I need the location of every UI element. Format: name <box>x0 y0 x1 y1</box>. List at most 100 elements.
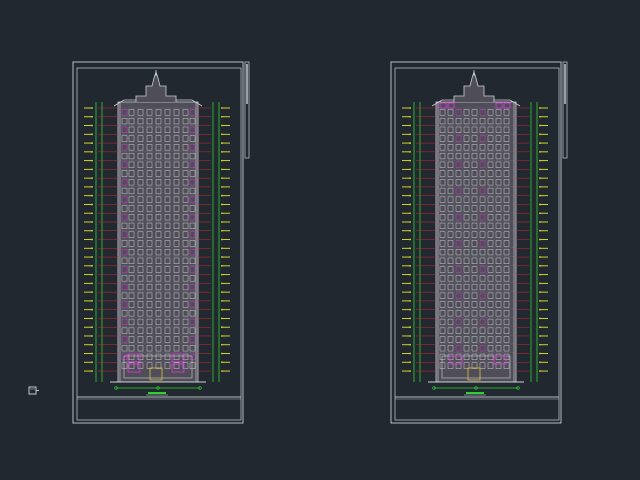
level-mark-dot <box>409 352 411 355</box>
level-mark-dot <box>539 133 541 136</box>
level-mark-dot <box>409 133 411 136</box>
level-mark-dot <box>539 352 541 355</box>
level-mark-dot <box>409 299 411 302</box>
level-mark-dot <box>409 177 411 180</box>
level-mark-dot <box>409 282 411 285</box>
level-mark-dot <box>409 256 411 258</box>
level-mark-dot <box>91 107 93 109</box>
level-mark-dot <box>91 142 93 144</box>
level-mark-dot <box>409 343 411 346</box>
level-mark-dot <box>539 142 541 144</box>
cad-model-space[interactable] <box>0 0 640 480</box>
level-mark-dot <box>221 370 223 372</box>
level-mark-dot <box>91 299 93 302</box>
level-mark-dot <box>409 370 411 372</box>
level-mark-dot <box>539 203 541 206</box>
level-mark-dot <box>91 335 93 337</box>
level-mark-dot <box>221 159 223 162</box>
level-mark-dot <box>409 264 411 267</box>
level-mark-dot <box>409 361 411 364</box>
level-mark-dot <box>539 326 541 329</box>
level-mark-dot <box>539 308 541 311</box>
level-mark-dot <box>409 107 411 109</box>
level-mark-dot <box>221 335 223 337</box>
level-mark-dot <box>221 343 223 346</box>
level-mark-dot <box>91 308 93 311</box>
level-mark-dot <box>539 370 541 372</box>
level-mark-dot <box>539 335 541 337</box>
level-mark-dot <box>91 317 93 320</box>
level-mark-dot <box>221 203 223 206</box>
level-mark-dot <box>539 177 541 180</box>
level-mark-dot <box>221 142 223 144</box>
sheet-side-strip-fill <box>564 64 566 104</box>
level-mark-dot <box>539 264 541 267</box>
level-mark-dot <box>221 168 223 171</box>
level-mark-dot <box>91 177 93 180</box>
level-mark-dot <box>91 194 93 197</box>
level-mark-dot <box>91 221 93 223</box>
level-mark-dot <box>91 238 93 241</box>
level-mark-dot <box>409 247 411 250</box>
level-mark-dot <box>539 299 541 302</box>
level-mark-dot <box>539 361 541 364</box>
level-mark-dot <box>539 317 541 320</box>
level-mark-dot <box>221 115 223 118</box>
level-mark-dot <box>221 317 223 320</box>
level-mark-dot <box>221 273 223 276</box>
level-mark-dot <box>409 335 411 337</box>
level-mark-dot <box>221 124 223 127</box>
level-mark-dot <box>539 212 541 215</box>
level-mark-dot <box>91 282 93 285</box>
level-mark-dot <box>221 212 223 215</box>
level-mark-dot <box>539 124 541 127</box>
level-mark-dot <box>91 159 93 162</box>
level-mark-dot <box>91 186 93 188</box>
level-mark-dot <box>91 124 93 127</box>
level-mark-dot <box>91 352 93 355</box>
level-mark-dot <box>221 186 223 188</box>
level-mark-dot <box>409 115 411 118</box>
level-mark-dot <box>409 273 411 276</box>
level-mark-dot <box>409 203 411 206</box>
level-mark-dot <box>221 299 223 302</box>
level-mark-dot <box>409 186 411 188</box>
level-mark-dot <box>91 343 93 346</box>
level-mark-dot <box>539 273 541 276</box>
level-mark-dot <box>409 150 411 153</box>
level-mark-dot <box>409 194 411 197</box>
level-mark-dot <box>539 291 541 294</box>
level-mark-dot <box>409 212 411 215</box>
level-mark-dot <box>91 326 93 329</box>
level-mark-dot <box>221 221 223 223</box>
level-mark-dot <box>221 326 223 329</box>
level-mark-dot <box>91 115 93 118</box>
level-mark-dot <box>409 221 411 223</box>
level-mark-dot <box>539 168 541 171</box>
level-mark-dot <box>409 291 411 294</box>
level-mark-dot <box>91 168 93 171</box>
level-mark-dot <box>539 150 541 153</box>
level-mark-dot <box>539 247 541 250</box>
level-mark-dot <box>221 256 223 258</box>
level-mark-dot <box>221 177 223 180</box>
level-mark-dot <box>91 229 93 232</box>
level-mark-dot <box>221 133 223 136</box>
sheet-side-strip-fill <box>246 64 248 104</box>
level-mark-dot <box>409 229 411 232</box>
level-mark-dot <box>409 308 411 311</box>
level-mark-dot <box>91 370 93 372</box>
level-mark-dot <box>91 256 93 258</box>
level-mark-dot <box>221 150 223 153</box>
drawing-label-bar <box>148 392 166 394</box>
level-mark-dot <box>539 194 541 197</box>
level-mark-dot <box>539 229 541 232</box>
level-mark-dot <box>409 159 411 162</box>
level-mark-dot <box>539 159 541 162</box>
level-mark-dot <box>409 142 411 144</box>
level-mark-dot <box>91 247 93 250</box>
level-mark-dot <box>409 326 411 329</box>
level-mark-dot <box>221 352 223 355</box>
level-mark-dot <box>221 308 223 311</box>
building-facade <box>117 101 199 383</box>
